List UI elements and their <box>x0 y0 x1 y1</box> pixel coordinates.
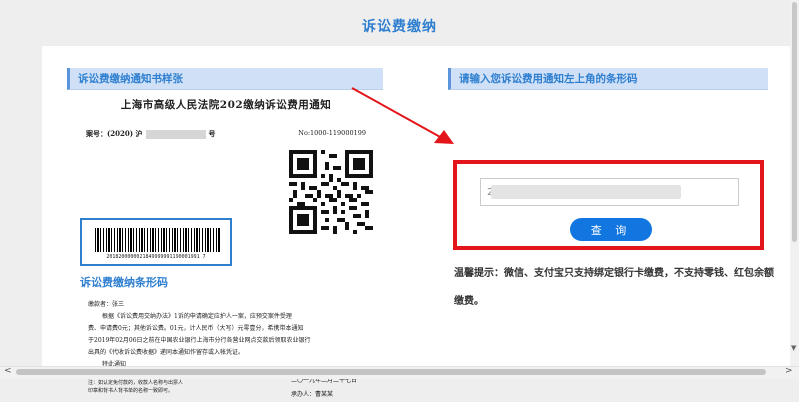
barcode-highlight: 2018200000021849999991190001991 7 <box>80 218 232 266</box>
sample-notice-image: 上海市高级人民法院202缴纳诉讼费用通知 案号：(2020) 沪号 No:100… <box>76 94 376 398</box>
barcode-entry-header: 请输入您诉讼费用通知左上角的条形码 <box>448 68 768 90</box>
query-button[interactable]: 查 询 <box>570 218 652 241</box>
barcode-digits: 2018200000021849999991190001991 7 <box>106 254 206 260</box>
case-number-mask <box>145 129 206 139</box>
page-title: 诉讼费缴纳 <box>362 19 437 35</box>
horizontal-scroll-thumb[interactable] <box>16 369 766 375</box>
barcode-icon <box>95 228 221 252</box>
notice-handler: 承办人：曹某某 <box>291 391 334 398</box>
scroll-down-icon[interactable]: ▼ <box>791 344 796 352</box>
barcode-caption: 诉讼费缴纳条形码 <box>80 276 168 289</box>
input-blur-mask <box>491 185 681 199</box>
notice-body: 缴款者：张三 根据《诉讼费用交纳办法》1诉的申请确定应护人一案，应预交案件受理 … <box>88 299 366 371</box>
case-number-prefix: 案号：(2020) 沪 <box>86 129 143 138</box>
red-arrow-icon <box>351 87 454 144</box>
qr-code-icon <box>289 150 373 234</box>
scroll-left-icon[interactable]: < <box>4 366 12 376</box>
notice-title: 上海市高级人民法院202缴纳诉讼费用通知 <box>120 99 332 111</box>
case-number-suffix: 号 <box>208 129 216 138</box>
notice-line: 出具的《代收诉讼费收据》递同本通知作留存或入帐凭证。 <box>88 349 245 356</box>
payment-tip: 温馨提示：微信、支付宝只支持绑定银行卡缴费，不支持零钱、红包余额缴费。 <box>454 268 774 307</box>
notice-footnote: 注：如认定免付款的，收款人名称与出票人 印章和背书人背书单的名称一致即可。 <box>88 380 184 394</box>
notice-line: 于2019年02月06日之前在中国农业银行上海市分行各营业网点交款后领取农业银行 <box>88 337 311 344</box>
notice-line: 费、申请费0元；其他诉讼费。01元，计人民币（大写）元零壹分，希携带本通知 <box>88 325 304 332</box>
sample-notice-header: 诉讼费缴纳通知书样张 <box>67 68 383 90</box>
case-number: 案号：(2020) 沪 号 <box>86 129 216 139</box>
vertical-scroll-thumb[interactable] <box>792 2 797 242</box>
notice-line: 根据《诉讼费用交纳办法》1诉的申请确定应护人一案，应预交案件受理 <box>102 313 292 320</box>
notice-line: 缴款者：张三 <box>88 301 125 308</box>
scroll-right-icon[interactable]: > <box>785 366 793 376</box>
